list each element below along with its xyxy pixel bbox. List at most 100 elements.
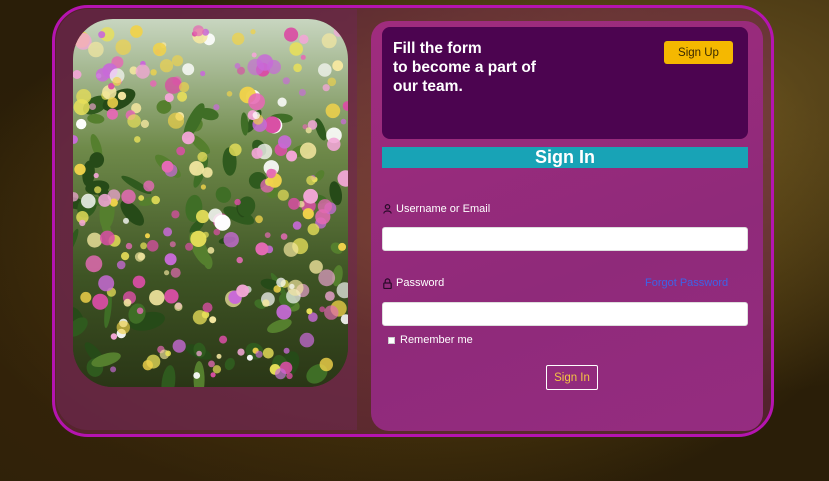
- orchid-bloom: [79, 219, 86, 227]
- orchid-bloom: [76, 89, 92, 104]
- orchid-bloom: [251, 147, 263, 159]
- orchid-bloom: [171, 55, 184, 67]
- promo-line-2: to become a part of: [393, 59, 536, 76]
- orchid-bloom: [200, 70, 206, 77]
- orchid-bloom: [98, 193, 112, 207]
- orchid-bloom: [185, 242, 194, 251]
- orchid-bloom: [123, 217, 129, 224]
- orchid-bloom: [177, 91, 188, 102]
- orchid-bloom: [255, 215, 263, 224]
- orchid-bloom: [81, 193, 96, 209]
- orchid-bloom: [161, 160, 174, 173]
- orchid-bloom: [248, 93, 265, 111]
- orchid-bloom: [306, 175, 316, 186]
- orchid-bloom: [89, 103, 96, 110]
- orchid-bloom: [278, 135, 292, 149]
- orchid-bloom: [85, 255, 103, 273]
- orchid-bloom: [207, 247, 215, 254]
- orchid-bloom: [234, 63, 241, 69]
- orchid-bloom: [324, 305, 339, 320]
- orchid-bloom: [100, 230, 115, 246]
- orchid-bloom: [116, 260, 126, 270]
- forgot-password-link[interactable]: Forgot Password: [645, 277, 728, 289]
- orchid-bloom: [345, 31, 348, 37]
- sign-in-button[interactable]: Sign In: [546, 365, 598, 390]
- orchid-bloom: [163, 227, 173, 237]
- username-label: Username or Email: [383, 203, 490, 215]
- orchid-bloom: [94, 186, 102, 194]
- orchid-bloom: [262, 299, 270, 307]
- sign-up-button[interactable]: Sign Up: [664, 41, 733, 64]
- username-input[interactable]: [382, 227, 748, 251]
- orchid-bloom: [145, 233, 150, 239]
- orchid-bloom: [116, 320, 130, 335]
- orchid-bloom: [164, 93, 174, 103]
- orchid-bloom: [88, 41, 104, 58]
- signin-card: Fill the form to become a part of our te…: [52, 5, 774, 437]
- orchid-bloom: [196, 350, 202, 357]
- orchid-bloom: [325, 291, 335, 301]
- orchid-bloom: [171, 210, 180, 219]
- orchid-bloom: [174, 302, 183, 311]
- orchid-bloom: [167, 112, 185, 129]
- orchid-bloom: [117, 91, 127, 101]
- password-input[interactable]: [382, 302, 748, 326]
- orchid-bloom: [213, 104, 220, 111]
- orchid-bloom: [192, 310, 208, 325]
- orchid-bloom: [306, 308, 313, 315]
- orchid-bloom: [318, 63, 332, 77]
- orchid-bloom: [305, 127, 312, 134]
- orchid-bloom: [138, 195, 145, 201]
- orchid-bloom: [121, 252, 130, 261]
- orchid-bloom: [209, 316, 217, 324]
- promo-text: Fill the form to become a part of our te…: [393, 39, 563, 96]
- orchid-bloom: [164, 77, 182, 94]
- orchid-bloom: [275, 368, 286, 380]
- orchid-bloom: [75, 374, 81, 380]
- orchid-bloom: [140, 119, 149, 128]
- orchid-bloom: [255, 242, 269, 256]
- orchid-bloom: [321, 33, 337, 49]
- orchid-bloom: [76, 118, 87, 130]
- orchid-bloom: [266, 168, 276, 179]
- orchid-bloom: [170, 267, 181, 278]
- orchid-bloom: [307, 223, 320, 236]
- orchid-bloom: [212, 365, 222, 374]
- orchid-bloom: [283, 242, 299, 257]
- orchid-bloom: [299, 142, 317, 159]
- orchid-bloom: [276, 277, 286, 288]
- orchid-bloom: [264, 232, 271, 239]
- orchid-bloom: [340, 118, 347, 125]
- orchid-bloom: [292, 221, 302, 230]
- orchid-bloom: [121, 189, 136, 204]
- orchid-bloom: [143, 180, 155, 192]
- orchid-bloom: [135, 64, 150, 79]
- orchid-bloom: [251, 52, 257, 58]
- orchid-bloom: [333, 26, 344, 37]
- orchid-bloom: [98, 275, 115, 292]
- orchid-bloom: [219, 335, 228, 344]
- orchid-bloom: [106, 108, 118, 120]
- orchid-bloom: [262, 347, 274, 359]
- orchid-bloom: [327, 77, 337, 87]
- orchid-bloom: [236, 256, 243, 264]
- orchid-bloom: [181, 131, 195, 145]
- orchid-bloom: [252, 111, 260, 120]
- orchid-bloom: [149, 290, 165, 306]
- orchid-bloom: [164, 253, 177, 266]
- orchid-bloom: [250, 29, 256, 35]
- orchid-bloom: [182, 63, 195, 76]
- orchid-bloom: [110, 366, 117, 373]
- orchid-bloom: [234, 198, 241, 206]
- orchid-bloom: [196, 209, 210, 224]
- remember-me-checkbox[interactable]: [388, 336, 395, 344]
- orchid-bloom: [134, 136, 141, 143]
- orchid-bloom: [115, 39, 132, 55]
- remember-me-label: Remember me: [400, 334, 473, 346]
- orchid-bloom: [256, 54, 274, 71]
- orchid-bloom: [125, 242, 133, 250]
- orchid-bloom: [229, 143, 242, 157]
- orchid-bloom: [202, 302, 213, 313]
- orchid-bloom: [280, 233, 288, 240]
- password-label-text: Password: [396, 277, 445, 289]
